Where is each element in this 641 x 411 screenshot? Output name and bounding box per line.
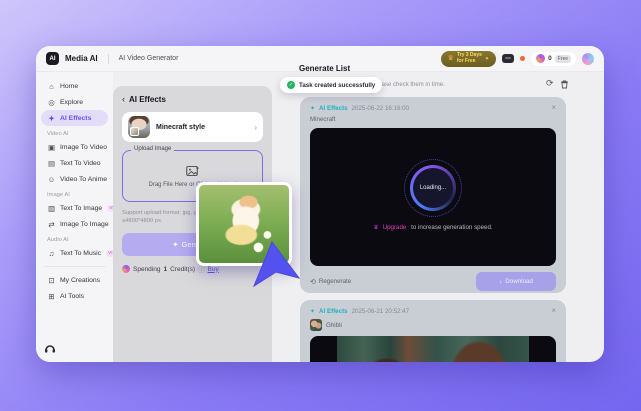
download-button[interactable]: ↓ Download	[476, 272, 556, 291]
chevron-right-icon: ›	[254, 123, 257, 132]
sidebar-label: Text To Music	[60, 250, 101, 257]
generated-video-frame	[337, 336, 529, 362]
regenerate-button[interactable]: ⟲ Regenerate	[310, 278, 351, 286]
crown-icon: ♛	[448, 55, 454, 62]
card-tag: AI Effects	[319, 308, 348, 315]
toast-task-created: ✓ Task created successfully	[280, 77, 382, 93]
sidebar-label: Image To Video	[60, 144, 107, 151]
close-icon[interactable]: ×	[551, 307, 556, 315]
text-to-image-icon: ▧	[47, 204, 56, 213]
card-timestamp: 2025-06-21 20:52:47	[352, 308, 409, 315]
back-chevron-icon[interactable]: ‹	[122, 95, 125, 104]
sidebar-item-ai-effects[interactable]: ✦ AI Effects	[41, 110, 108, 126]
check-icon: ✓	[287, 81, 295, 89]
sidebar-label: Text To Image	[60, 205, 102, 212]
sidebar-item-explore[interactable]: ◎ Explore	[41, 94, 108, 110]
sidebar-label: AI Tools	[60, 293, 84, 300]
plan-badge: Free	[555, 55, 571, 63]
style-selector[interactable]: Minecraft style ›	[122, 112, 263, 142]
nav-ai-video-generator[interactable]: AI Video Generator	[119, 55, 179, 62]
sidebar-label: Explore	[60, 99, 83, 106]
explore-icon: ◎	[47, 98, 56, 107]
text-to-video-icon: ▤	[47, 159, 56, 168]
image-to-image-icon: ⇄	[47, 220, 56, 229]
generate-card-ghibli: ✦ AI Effects 2025-06-21 20:52:47 × Ghibl…	[300, 300, 566, 362]
trial-line2: for Free	[457, 58, 476, 64]
card-tag: AI Effects	[319, 105, 348, 112]
sidebar-section-image-ai: Image AI	[47, 192, 108, 198]
toast-message: Task created successfully	[299, 82, 375, 89]
sidebar-item-my-creations[interactable]: ⊡ My Creations	[41, 272, 108, 288]
notification-dot[interactable]	[520, 56, 525, 61]
credits-pill[interactable]: 0 Free	[531, 52, 576, 66]
sidebar-item-text-to-video[interactable]: ▤ Text To Video	[41, 155, 108, 171]
support-headset-icon[interactable]	[44, 344, 56, 354]
sparkle-icon: ✦	[310, 105, 315, 112]
sidebar-item-text-to-image[interactable]: ▧ Text To Image VIP Free	[41, 200, 108, 216]
sidebar-label: Text To Video	[60, 160, 101, 167]
upgrade-link[interactable]: Upgrade	[383, 224, 407, 231]
style-name: Minecraft style	[156, 124, 248, 131]
sidebar-item-ai-tools[interactable]: ⊞ AI Tools	[41, 288, 108, 304]
sidebar-label: Home	[60, 83, 78, 90]
credits-count: 0	[548, 55, 552, 62]
sidebar: ⌂ Home ◎ Explore ✦ AI Effects Video AI ▣…	[36, 72, 113, 362]
credit-coin-icon	[122, 265, 130, 273]
ghibli-style-thumbnail	[310, 319, 322, 331]
user-avatar[interactable]	[582, 53, 594, 65]
sidebar-item-image-to-image[interactable]: ⇄ Image To Image VIP Free	[41, 216, 108, 232]
delete-icon[interactable]	[560, 80, 569, 89]
sparkle-icon: ✦	[485, 56, 489, 62]
my-creations-icon: ⊡	[47, 276, 56, 285]
refresh-icon[interactable]: ⟳	[546, 78, 554, 89]
cursor-pointer-icon	[252, 240, 302, 290]
generate-card-minecraft: ✦ AI Effects 2025-06-22 16:16:00 × Minec…	[300, 97, 566, 293]
text-to-music-icon: ♫	[47, 249, 56, 258]
minecraft-style-thumbnail	[128, 116, 150, 138]
sidebar-item-video-to-anime[interactable]: ☺ Video To Anime	[41, 171, 108, 187]
image-to-video-icon: ▣	[47, 143, 56, 152]
video-preview: Loading... ♛ Upgrade to increase generat…	[310, 128, 556, 266]
image-upload-icon	[186, 165, 200, 177]
card-style-label: Minecraft	[310, 116, 556, 123]
credit-coin-icon	[536, 54, 545, 63]
sidebar-item-text-to-music[interactable]: ♫ Text To Music VIP Free	[41, 245, 108, 261]
loading-spinner: Loading...	[410, 165, 456, 211]
buy-link[interactable]: Buy	[208, 266, 219, 273]
download-app-icon[interactable]	[502, 54, 514, 63]
media-ai-logo-icon: AI	[46, 52, 59, 65]
upload-label: Upload Image	[131, 146, 174, 152]
sidebar-label: Image To Image	[60, 221, 109, 228]
sidebar-label: Video To Anime	[60, 176, 107, 183]
generate-list-title: Generate List	[299, 64, 350, 73]
video-to-anime-icon: ☺	[47, 175, 56, 184]
download-icon: ↓	[499, 278, 502, 285]
loading-text: Loading...	[420, 185, 446, 191]
video-preview	[310, 336, 556, 362]
app-window: AI Media AI AI Video Generator ♛ Try 3 D…	[36, 46, 604, 362]
crown-icon: ♛	[373, 224, 379, 231]
card-timestamp: 2025-06-22 16:16:00	[352, 105, 409, 112]
sidebar-item-home[interactable]: ⌂ Home	[41, 78, 108, 94]
panel-title: AI Effects	[129, 95, 166, 104]
sparkle-icon: ✦	[310, 308, 315, 315]
sidebar-section-video-ai: Video AI	[47, 131, 108, 137]
product-name: Media AI	[65, 54, 98, 63]
sidebar-divider	[44, 266, 105, 267]
topbar-divider	[108, 54, 109, 64]
credit-amount: 1	[163, 266, 167, 273]
ai-effects-icon: ✦	[47, 114, 56, 123]
ai-tools-icon: ⊞	[47, 292, 56, 301]
upgrade-hint: ♛ Upgrade to increase generation speed.	[310, 224, 556, 231]
regenerate-icon: ⟲	[310, 278, 316, 286]
close-icon[interactable]: ×	[551, 104, 556, 112]
sidebar-label: AI Effects	[60, 115, 91, 122]
card-style-label: Ghibli	[326, 322, 342, 329]
trial-button[interactable]: ♛ Try 3 Days for Free ✦	[441, 51, 497, 67]
home-icon: ⌂	[47, 82, 56, 91]
sidebar-item-image-to-video[interactable]: ▣ Image To Video	[41, 139, 108, 155]
sidebar-label: My Creations	[60, 277, 100, 284]
sparkle-icon: ✦	[172, 240, 178, 249]
sidebar-section-audio-ai: Audio AI	[47, 237, 108, 243]
